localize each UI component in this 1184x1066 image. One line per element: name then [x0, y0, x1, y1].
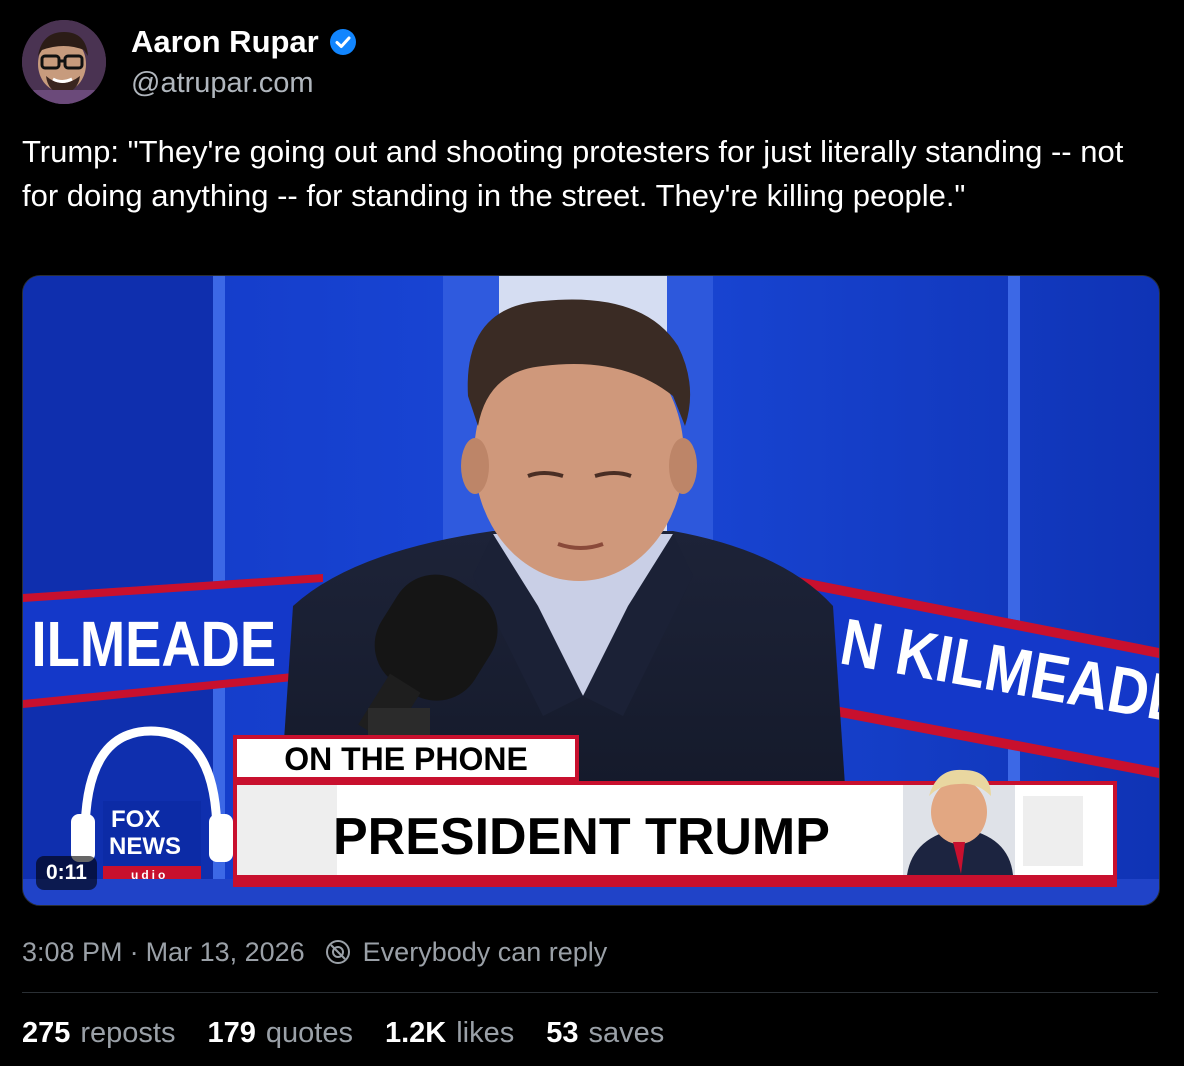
video-player[interactable]: ILMEADE S AN KILMEADE FOX NEWS udio ON T… — [22, 275, 1160, 906]
reply-setting[interactable]: Everybody can reply — [363, 934, 608, 970]
quotes-label: quotes — [265, 1017, 353, 1049]
banner-president-trump: PRESIDENT TRUMP — [333, 808, 830, 866]
avatar-image — [22, 20, 106, 104]
author-handle[interactable]: @atrupar.com — [131, 66, 314, 100]
wall-text-left: ILMEADE S — [32, 608, 328, 680]
logo-fox-text: FOX — [111, 806, 160, 833]
post-date[interactable]: Mar 13, 2026 — [146, 934, 305, 970]
inset-portrait — [903, 769, 1015, 875]
author-display-name[interactable]: Aaron Rupar — [131, 24, 319, 60]
avatar[interactable] — [22, 20, 106, 104]
likes-count: 1.2K — [384, 1017, 447, 1049]
post-text: Trump: "They're going out and shooting p… — [22, 134, 1124, 213]
likes-stat[interactable]: 1.2K likes — [385, 1014, 514, 1052]
reposts-count: 275 — [22, 1017, 71, 1049]
verified-badge-icon — [329, 29, 356, 55]
reposts-label: reposts — [80, 1017, 176, 1049]
reply-globe-icon — [325, 940, 350, 964]
reposts-stat[interactable]: 275 reposts — [22, 1014, 176, 1052]
banner-on-the-phone: ON THE PHONE — [284, 741, 528, 777]
likes-label: likes — [456, 1017, 515, 1049]
saves-count: 53 — [546, 1017, 579, 1049]
quotes-count: 179 — [207, 1017, 256, 1049]
saves-stat[interactable]: 53 saves — [546, 1014, 664, 1052]
post-time[interactable]: 3:08 PM — [22, 934, 123, 970]
post-stats: 275 reposts 179 quotes 1.2K likes 53 saves — [22, 1014, 664, 1052]
saves-label: saves — [588, 1017, 665, 1049]
video-frame: ILMEADE S AN KILMEADE FOX NEWS udio ON T… — [23, 276, 1159, 905]
quotes-stat[interactable]: 179 quotes — [208, 1014, 353, 1052]
author-name-row[interactable]: Aaron Rupar — [131, 24, 357, 60]
video-duration-badge: 0:11 — [36, 856, 97, 890]
divider — [22, 992, 1158, 993]
post-meta-row: 3:08 PM · Mar 13, 2026 Everybody can rep… — [22, 934, 607, 970]
meta-separator: · — [129, 937, 139, 967]
logo-news-text: NEWS — [109, 833, 181, 860]
